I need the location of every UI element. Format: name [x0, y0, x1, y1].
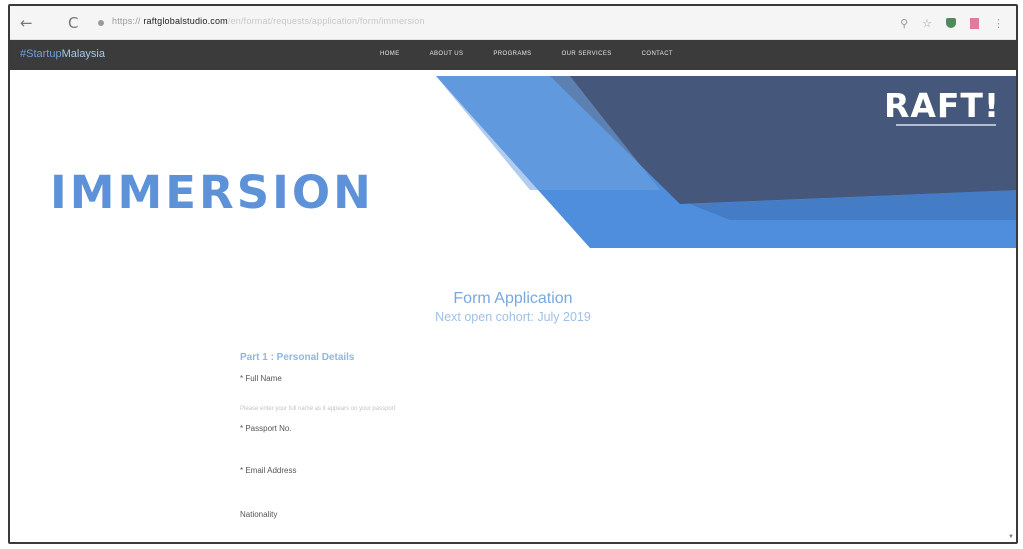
scroll-down-icon[interactable]: ▼	[1008, 534, 1014, 540]
hero-title: IMMERSION	[50, 166, 374, 219]
nav-link-services[interactable]: Our Services	[562, 51, 612, 57]
logo-tagline-bar	[896, 124, 996, 126]
form-title: Form Application	[453, 290, 573, 307]
menu-icon[interactable]: ⋮	[993, 17, 1004, 30]
url-prefix: https://	[112, 16, 141, 26]
full-name-label: * Full Name	[240, 374, 282, 383]
hero-shapes	[436, 76, 1016, 248]
url-path: /en/format/requests/application/form/imm…	[227, 16, 425, 26]
raft-logo: RAFT!	[883, 86, 1000, 125]
url-host: raftglobalstudio.com	[143, 16, 228, 26]
shield-icon[interactable]	[946, 18, 956, 28]
site-brand[interactable]: #StartupMalaysia	[20, 48, 105, 60]
browser-window: ← C https:// raftglobalstudio.com/en/for…	[8, 4, 1018, 544]
search-icon[interactable]: ⚲	[900, 17, 908, 30]
browser-toolbar: ← C https:// raftglobalstudio.com/en/for…	[10, 6, 1016, 40]
nav-link-about[interactable]: About Us	[430, 51, 464, 57]
nav-link-programs[interactable]: Programs	[493, 51, 531, 57]
star-icon[interactable]: ☆	[922, 17, 932, 30]
nav-links: Home About Us Programs Our Services Cont…	[380, 51, 673, 57]
full-name-hint: Please enter your full name as it appear…	[240, 406, 396, 412]
nav-link-home[interactable]: Home	[380, 51, 400, 57]
brand-prefix: #Startup	[20, 48, 62, 60]
reload-icon[interactable]: C	[68, 13, 78, 33]
passport-label: * Passport No.	[240, 424, 292, 433]
brand-rest: Malaysia	[61, 48, 105, 60]
bookmark-icon[interactable]	[970, 17, 979, 29]
form-subtitle: Next open cohort: July 2019	[435, 310, 591, 324]
hero-banner: IMMERSION RAFT!	[10, 70, 1016, 248]
nationality-label: Nationality	[240, 510, 278, 519]
address-bar[interactable]: https:// raftglobalstudio.com/en/format/…	[112, 16, 425, 26]
nav-link-contact[interactable]: Contact	[642, 51, 673, 57]
section-heading: Part 1 : Personal Details	[240, 352, 355, 363]
site-navbar: #StartupMalaysia Home About Us Programs …	[10, 40, 1016, 70]
email-label: * Email Address	[240, 466, 297, 475]
back-arrow-icon[interactable]: ←	[20, 13, 33, 33]
lock-icon	[98, 20, 104, 26]
extension-bar: ⚲ ☆ ⋮	[900, 14, 1004, 32]
